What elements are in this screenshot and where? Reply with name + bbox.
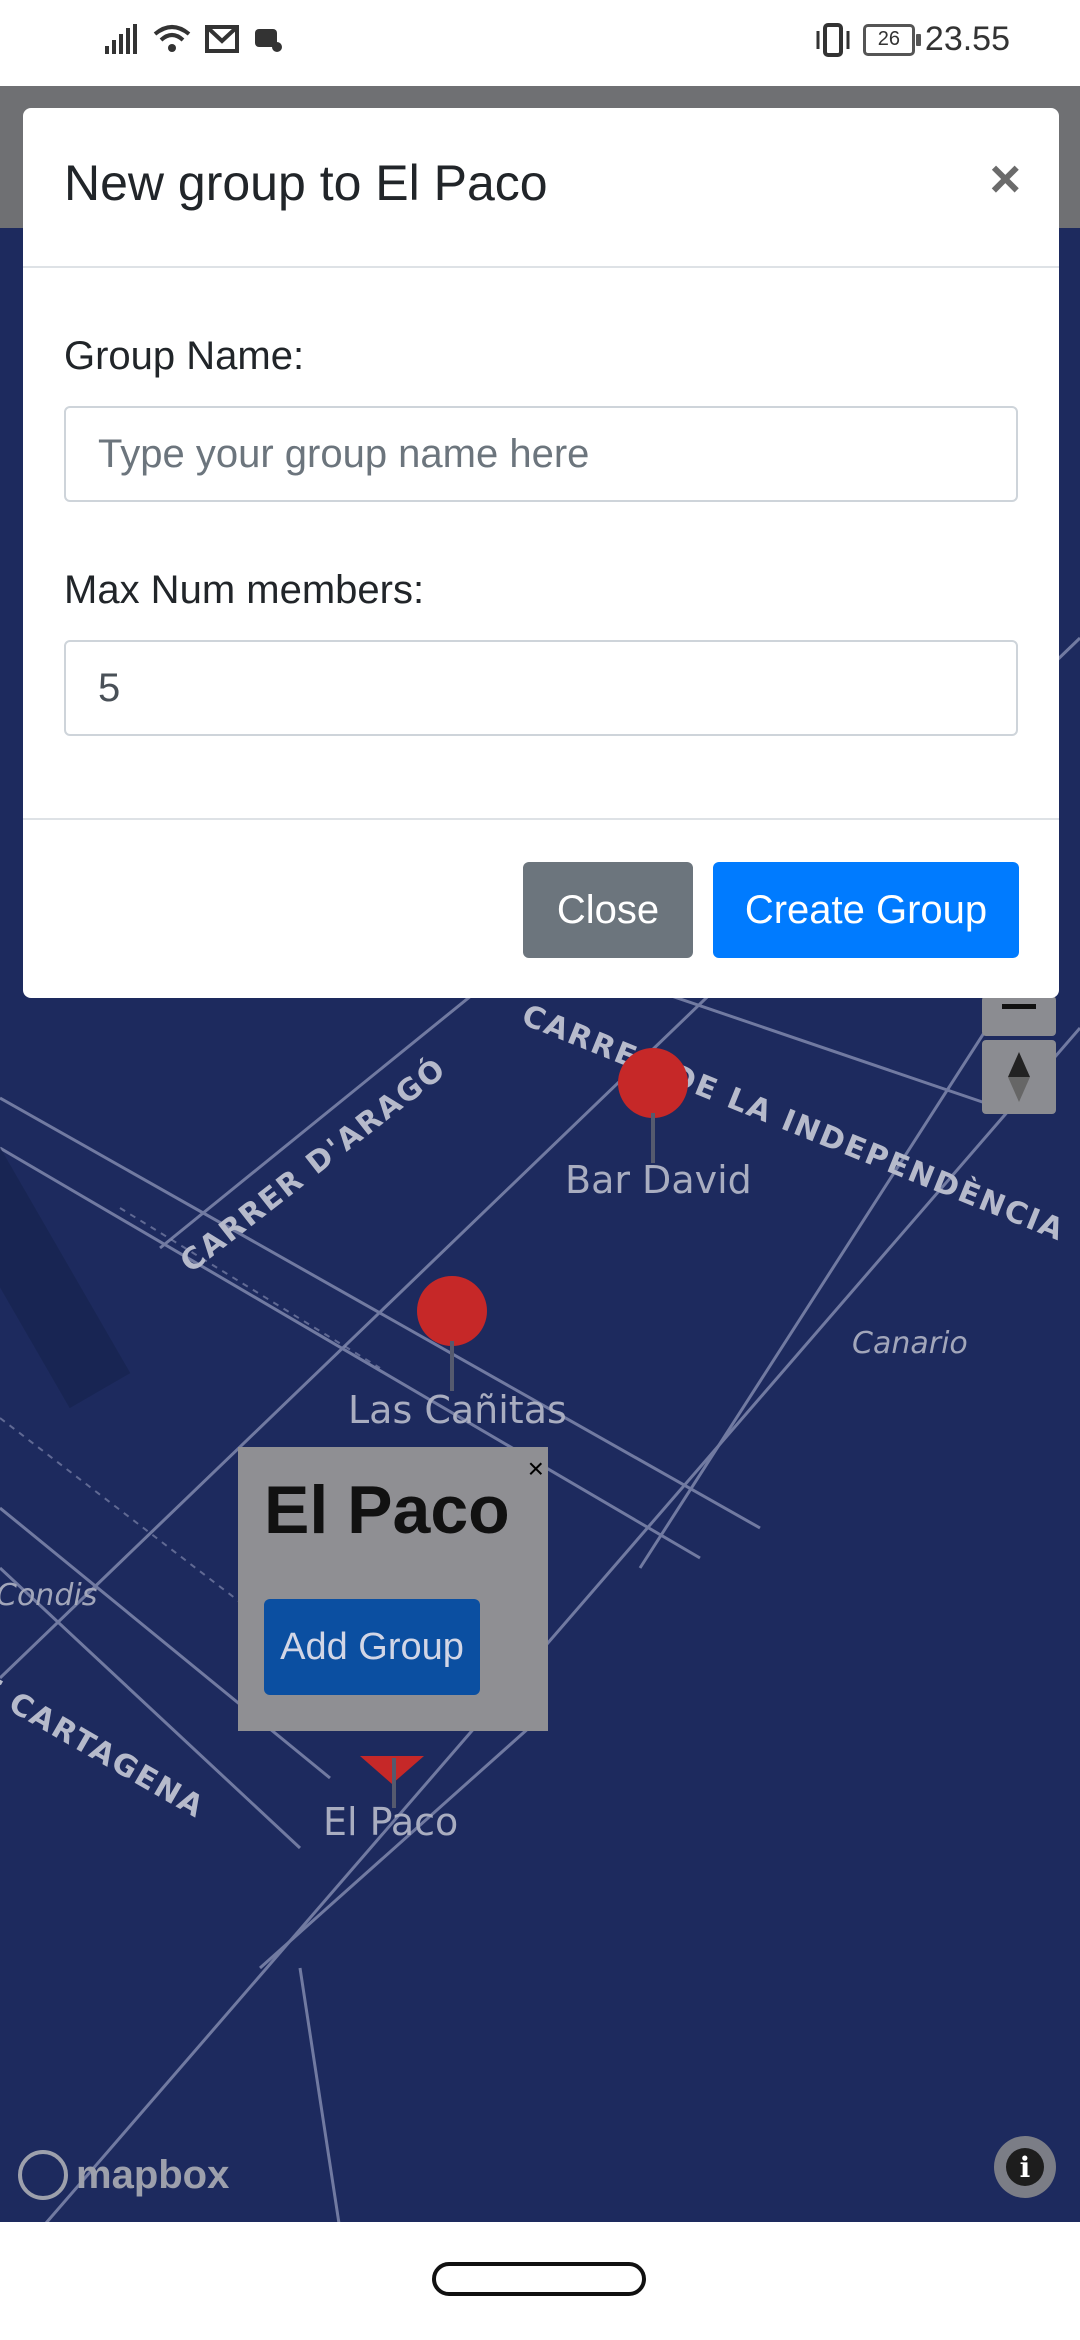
create-group-button[interactable]: Create Group: [713, 862, 1019, 958]
game-icon: [255, 29, 282, 52]
status-icons-right: 26 23.55: [813, 20, 1010, 59]
popup-close-icon[interactable]: ×: [528, 1453, 544, 1485]
place-label-el-paco: El Paco: [323, 1800, 459, 1844]
pin-stem: [651, 1113, 655, 1163]
close-button[interactable]: Close: [523, 862, 693, 958]
info-icon: i: [1006, 2148, 1044, 2186]
clock: 23.55: [924, 20, 1010, 58]
home-gesture-bar[interactable]: [432, 2262, 646, 2296]
modal-footer: Close Create Group: [23, 818, 1059, 998]
new-group-modal: New group to El Paco × Group Name: Max N…: [23, 108, 1059, 998]
pin-bar-david[interactable]: [618, 1048, 688, 1118]
pin-stem: [450, 1341, 454, 1391]
status-bar: 26 23.55: [0, 0, 1080, 86]
modal-header: New group to El Paco ×: [23, 108, 1059, 268]
max-members-label: Max Num members:: [64, 568, 425, 612]
mapbox-icon: [18, 2150, 68, 2200]
add-group-button[interactable]: Add Group: [264, 1599, 480, 1695]
vibrate-icon: [816, 22, 850, 57]
wifi-icon: [153, 25, 191, 52]
battery-icon: 26: [862, 23, 921, 56]
signal-icon: [105, 24, 137, 54]
compass-button[interactable]: [982, 1040, 1056, 1114]
mapbox-logo[interactable]: mapbox: [18, 2150, 229, 2200]
group-name-label: Group Name:: [64, 334, 305, 378]
mail-icon: [205, 25, 239, 53]
group-name-input[interactable]: [64, 406, 1018, 502]
poi-condis: Condis: [0, 1578, 98, 1613]
map-popup: El Paco × Add Group: [238, 1447, 548, 1731]
minus-icon: [1002, 1004, 1036, 1009]
attribution-info-button[interactable]: i: [994, 2136, 1056, 2198]
pin-las-canitas[interactable]: [417, 1276, 487, 1346]
place-label-las-canitas: Las Cañitas: [348, 1388, 567, 1432]
zoom-out-button[interactable]: [982, 996, 1056, 1036]
modal-title: New group to El Paco: [64, 155, 548, 211]
system-nav-bar: [0, 2222, 1080, 2340]
compass-icon: [1008, 1052, 1030, 1102]
max-members-input[interactable]: [64, 640, 1018, 736]
status-icons-left: [105, 24, 283, 54]
place-label-bar-david: Bar David: [565, 1158, 752, 1202]
poi-canario: Canario: [852, 1326, 968, 1361]
close-icon[interactable]: ×: [989, 148, 1021, 210]
popup-title: El Paco: [264, 1472, 510, 1548]
